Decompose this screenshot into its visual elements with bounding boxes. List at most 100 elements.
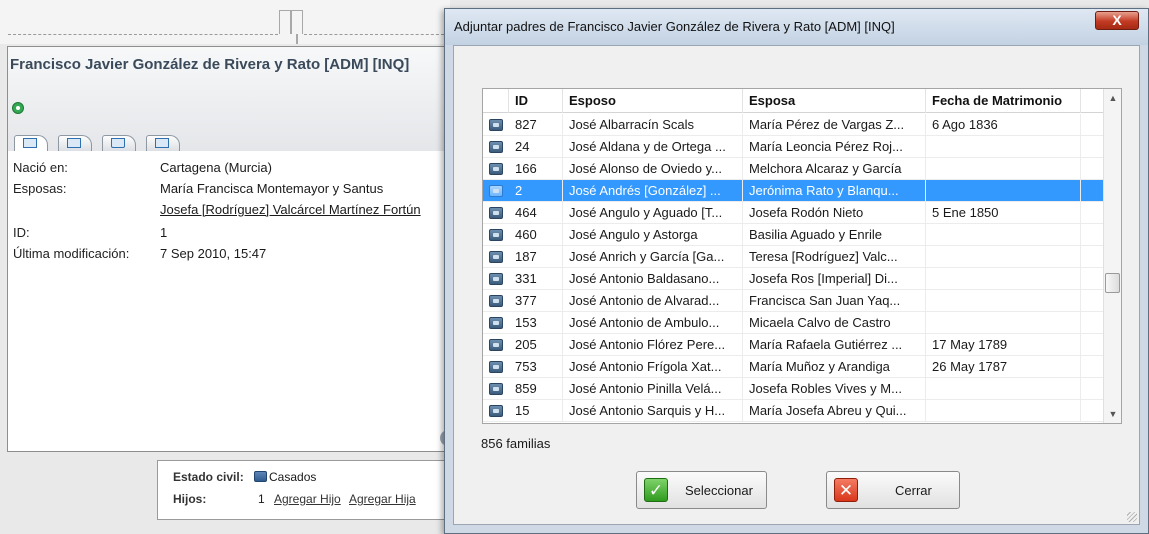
select-button-label: Seleccionar bbox=[685, 483, 753, 498]
cell-fecha: 5 Ene 1850 bbox=[926, 202, 1081, 224]
table-row[interactable]: 859 José Antonio Pinilla Velá... Josefa Ro… bbox=[483, 378, 1105, 400]
cell-esposo: José Antonio Baldasano... bbox=[563, 268, 743, 290]
cell-id: 187 bbox=[509, 246, 563, 268]
spouse-1: María Francisca Montemayor y Santus bbox=[160, 181, 384, 196]
person-panel: Francisco Javier González de Rivera y Ra… bbox=[7, 46, 451, 452]
cell-id: 166 bbox=[509, 158, 563, 180]
tree-link-line bbox=[8, 34, 278, 35]
married-icon bbox=[254, 471, 267, 482]
birthplace-value: Cartagena (Murcia) bbox=[160, 160, 272, 175]
scroll-thumb[interactable] bbox=[1105, 273, 1120, 293]
column-header-esposo[interactable]: Esposo bbox=[563, 89, 743, 113]
cell-fecha: 6 Ago 1836 bbox=[926, 114, 1081, 136]
family-icon bbox=[489, 207, 503, 219]
family-icon bbox=[489, 405, 503, 417]
id-value: 1 bbox=[160, 225, 168, 240]
add-son-link[interactable]: Agregar Hijo bbox=[274, 492, 341, 506]
tree-link-line bbox=[304, 34, 444, 35]
attach-parents-dialog: Adjuntar padres de Francisco Javier Gonz… bbox=[444, 8, 1149, 534]
table-row[interactable]: 15 José Antonio Sarquis y H... María Josef… bbox=[483, 400, 1105, 422]
cell-esposa: Melchora Alcaraz y García bbox=[743, 158, 926, 180]
family-icon bbox=[489, 273, 503, 285]
scroll-up-arrow[interactable]: ▲ bbox=[1104, 89, 1121, 107]
cancel-x-icon: ✕ bbox=[834, 478, 858, 502]
family-icon bbox=[489, 251, 503, 263]
scroll-down-arrow[interactable]: ▼ bbox=[1104, 405, 1121, 423]
dialog-title: Adjuntar padres de Francisco Javier Gonz… bbox=[454, 19, 895, 34]
table-row[interactable]: 377 José Antonio de Alvarad... Francisca S… bbox=[483, 290, 1105, 312]
tree-connector bbox=[279, 10, 291, 34]
spouses-label: Esposas: bbox=[13, 181, 67, 196]
column-header-id[interactable]: ID bbox=[509, 89, 563, 113]
cell-fecha: 17 May 1789 bbox=[926, 334, 1081, 356]
cell-esposo: José Albarracín Scals bbox=[563, 114, 743, 136]
family-icon bbox=[489, 119, 503, 131]
cell-esposo: José Angulo y Aguado [T... bbox=[563, 202, 743, 224]
add-daughter-link[interactable]: Agregar Hija bbox=[349, 492, 416, 506]
column-header-esposa[interactable]: Esposa bbox=[743, 89, 926, 113]
civil-status-value: Casados bbox=[269, 470, 317, 484]
cell-esposo: José Aldana y de Ortega ... bbox=[563, 136, 743, 158]
cell-esposo: José Antonio Sarquis y H... bbox=[563, 400, 743, 422]
cell-esposa: Basilia Aguado y Enrile bbox=[743, 224, 926, 246]
resize-grip[interactable] bbox=[1127, 512, 1137, 522]
cell-fecha bbox=[926, 400, 1081, 422]
cell-fecha bbox=[926, 312, 1081, 334]
close-button[interactable]: ✕ Cerrar bbox=[826, 471, 960, 509]
cell-esposo: José Antonio Flórez Pere... bbox=[563, 334, 743, 356]
table-row[interactable]: 205 José Antonio Flórez Pere... María Rafa… bbox=[483, 334, 1105, 356]
table-scrollbar[interactable]: ▲ ▼ bbox=[1103, 89, 1121, 423]
table-row[interactable]: 2 José Andrés [González] ... Jerónima Rato… bbox=[483, 180, 1105, 202]
table-row[interactable]: 166 José Alonso de Oviedo y... Melchora Al… bbox=[483, 158, 1105, 180]
cell-esposa: Jerónima Rato y Blanqu... bbox=[743, 180, 926, 202]
column-header-fecha[interactable]: Fecha de Matrimonio bbox=[926, 89, 1081, 113]
table-row[interactable]: 753 José Antonio Frígola Xat... María Muño… bbox=[483, 356, 1105, 378]
family-icon bbox=[489, 361, 503, 373]
cell-esposa: Josefa Robles Vives y M... bbox=[743, 378, 926, 400]
family-icon bbox=[489, 317, 503, 329]
table-row[interactable]: 24 José Aldana y de Ortega ... María Leonc… bbox=[483, 136, 1105, 158]
family-count: 856 familias bbox=[481, 436, 551, 451]
cell-id: 331 bbox=[509, 268, 563, 290]
cell-id: 205 bbox=[509, 334, 563, 356]
tab-home[interactable] bbox=[102, 135, 136, 151]
table-row[interactable]: 187 José Anrich y García [Ga... Teresa [Ro… bbox=[483, 246, 1105, 268]
cell-esposo: José Antonio de Ambulo... bbox=[563, 312, 743, 334]
family-icon bbox=[489, 163, 503, 175]
family-icon bbox=[489, 339, 503, 351]
id-label: ID: bbox=[13, 225, 30, 240]
tab-family-sheet[interactable] bbox=[58, 135, 92, 151]
status-icon bbox=[12, 102, 24, 114]
family-sheet-icon bbox=[67, 138, 81, 148]
cell-fecha bbox=[926, 290, 1081, 312]
family-icon bbox=[489, 229, 503, 241]
family-icon bbox=[489, 383, 503, 395]
modified-label: Última modificación: bbox=[13, 246, 130, 261]
spouse-2-link[interactable]: Josefa [Rodríguez] Valcárcel Martínez Fo… bbox=[160, 202, 421, 217]
tab-pictures[interactable] bbox=[146, 135, 180, 151]
cell-esposa: María Muñoz y Arandiga bbox=[743, 356, 926, 378]
cell-esposa: Micaela Calvo de Castro bbox=[743, 312, 926, 334]
table-row[interactable]: 153 José Antonio de Ambulo... Micaela Calv… bbox=[483, 312, 1105, 334]
birthplace-label: Nació en: bbox=[13, 160, 68, 175]
window-close-button[interactable]: X bbox=[1095, 11, 1139, 30]
table-row[interactable]: 827 José Albarracín Scals María Pérez de V… bbox=[483, 114, 1105, 136]
dialog-body: ID Esposo Esposa Fecha de Matrimonio 827… bbox=[453, 45, 1140, 525]
family-icon bbox=[489, 141, 503, 153]
person-card-icon bbox=[23, 138, 37, 148]
table-row[interactable]: 331 José Antonio Baldasano... Josefa Ros [… bbox=[483, 268, 1105, 290]
cell-esposa: María Leoncia Pérez Roj... bbox=[743, 136, 926, 158]
cell-id: 753 bbox=[509, 356, 563, 378]
checkmark-icon: ✓ bbox=[644, 478, 668, 502]
table-row[interactable]: 464 José Angulo y Aguado [T... Josefa Rodó… bbox=[483, 202, 1105, 224]
cell-id: 153 bbox=[509, 312, 563, 334]
cell-fecha bbox=[926, 246, 1081, 268]
dialog-titlebar[interactable]: Adjuntar padres de Francisco Javier Gonz… bbox=[445, 9, 1148, 45]
cell-id: 2 bbox=[509, 180, 563, 202]
select-button[interactable]: ✓ Seleccionar bbox=[636, 471, 767, 509]
cell-id: 460 bbox=[509, 224, 563, 246]
family-icon bbox=[489, 295, 503, 307]
cell-id: 827 bbox=[509, 114, 563, 136]
table-row[interactable]: 460 José Angulo y Astorga Basilia Aguado y… bbox=[483, 224, 1105, 246]
tab-person-card[interactable] bbox=[14, 135, 48, 151]
